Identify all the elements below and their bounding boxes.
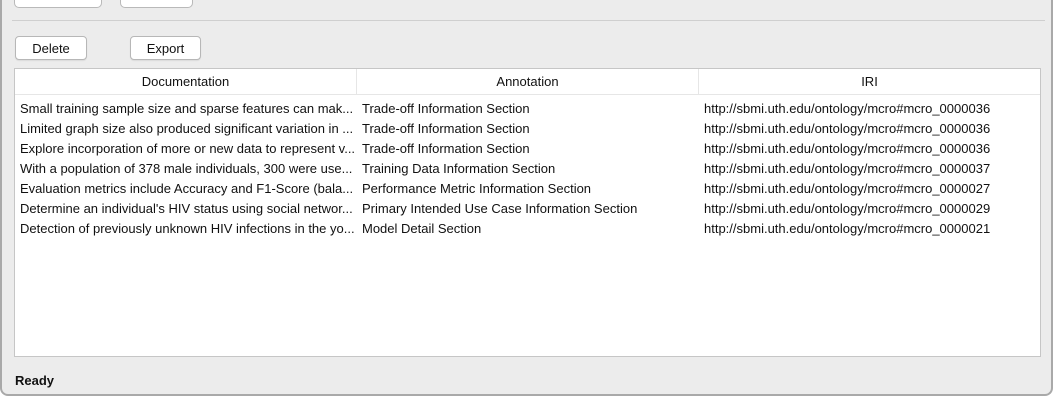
cell-annotation: Trade-off Information Section xyxy=(362,120,530,136)
cell-iri: http://sbmi.uth.edu/ontology/mcro#mcro_0… xyxy=(704,140,991,156)
cell-annotation: Trade-off Information Section xyxy=(362,140,530,156)
table-row[interactable]: Small training sample size and sparse fe… xyxy=(15,98,1040,118)
table-row[interactable]: Limited graph size also produced signifi… xyxy=(15,118,1040,138)
cell-documentation: Detection of previously unknown HIV infe… xyxy=(20,220,355,236)
cell-annotation: Model Detail Section xyxy=(362,220,482,236)
table-row[interactable]: Evaluation metrics include Accuracy and … xyxy=(15,178,1040,198)
cell-documentation: Small training sample size and sparse fe… xyxy=(20,100,354,116)
delete-button[interactable]: Delete xyxy=(15,36,87,60)
cell-annotation: Trade-off Information Section xyxy=(362,100,530,116)
column-header-annotation[interactable]: Annotation xyxy=(357,69,699,94)
cell-documentation: Evaluation metrics include Accuracy and … xyxy=(20,180,354,196)
main-window: Delete Export Documentation Annotation I… xyxy=(0,0,1053,396)
table-header: Documentation Annotation IRI xyxy=(15,69,1040,95)
export-button[interactable]: Export xyxy=(130,36,201,60)
status-text: Ready xyxy=(15,373,55,388)
cell-iri: http://sbmi.uth.edu/ontology/mcro#mcro_0… xyxy=(704,220,991,236)
cell-annotation: Performance Metric Information Section xyxy=(362,180,592,196)
column-header-documentation[interactable]: Documentation xyxy=(15,69,357,94)
cell-iri: http://sbmi.uth.edu/ontology/mcro#mcro_0… xyxy=(704,180,991,196)
table-row[interactable]: Determine an individual's HIV status usi… xyxy=(15,198,1040,218)
cell-documentation: Explore incorporation of more or new dat… xyxy=(20,140,356,156)
cell-annotation: Primary Intended Use Case Information Se… xyxy=(362,200,638,216)
cell-documentation: Limited graph size also produced signifi… xyxy=(20,120,354,136)
cell-iri: http://sbmi.uth.edu/ontology/mcro#mcro_0… xyxy=(704,120,991,136)
cell-documentation: With a population of 378 male individual… xyxy=(20,160,353,176)
table-row[interactable]: With a population of 378 male individual… xyxy=(15,158,1040,178)
divider xyxy=(12,20,1045,21)
cell-iri: http://sbmi.uth.edu/ontology/mcro#mcro_0… xyxy=(704,160,991,176)
top-button-left-partial[interactable] xyxy=(14,0,102,8)
column-header-iri[interactable]: IRI xyxy=(699,69,1040,94)
cell-annotation: Training Data Information Section xyxy=(362,160,556,176)
cell-iri: http://sbmi.uth.edu/ontology/mcro#mcro_0… xyxy=(704,100,991,116)
top-button-right-partial[interactable] xyxy=(120,0,193,8)
annotations-table[interactable]: Documentation Annotation IRI Small train… xyxy=(14,68,1041,357)
table-row[interactable]: Explore incorporation of more or new dat… xyxy=(15,138,1040,158)
cell-documentation: Determine an individual's HIV status usi… xyxy=(20,200,353,216)
table-row[interactable]: Detection of previously unknown HIV infe… xyxy=(15,218,1040,238)
cell-iri: http://sbmi.uth.edu/ontology/mcro#mcro_0… xyxy=(704,200,991,216)
